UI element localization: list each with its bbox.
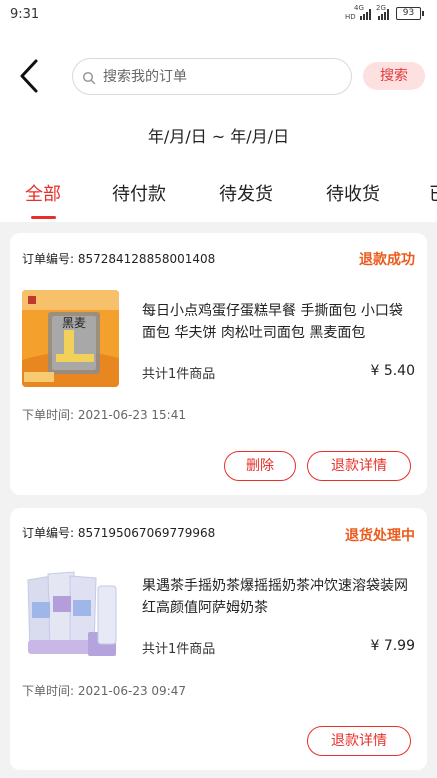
status-bar: 9:31 4G HD 2G 93 (0, 0, 437, 30)
product-image-label: 黑麦 (62, 316, 86, 330)
product-image[interactable]: 黑麦 (22, 290, 119, 387)
signal-icon (360, 9, 373, 20)
product-image[interactable] (22, 566, 119, 663)
tab-pending-receipt[interactable]: 待收货 (326, 180, 380, 206)
refund-detail-button[interactable]: 退款详情 (307, 451, 411, 481)
clock: 9:31 (10, 7, 40, 22)
battery-icon: 93 (396, 7, 424, 20)
order-number: 订单编号: 857195067069779968 (22, 526, 216, 540)
delete-button[interactable]: 删除 (224, 451, 296, 481)
tab-pending-shipment[interactable]: 待发货 (219, 180, 273, 206)
order-time: 下单时间: 2021-06-23 15:41 (22, 408, 186, 422)
search-input[interactable] (103, 67, 343, 87)
order-card[interactable]: 订单编号: 857195067069779968 退货处理中 果遇茶手摇奶茶爆摇… (10, 508, 427, 770)
tab-pending-payment[interactable]: 待付款 (112, 180, 166, 206)
product-name[interactable]: 果遇茶手摇奶茶爆摇摇奶茶冲饮速溶袋装网红高颜值阿萨姆奶茶 (142, 575, 412, 619)
order-card[interactable]: 订单编号: 857284128858001408 退款成功 黑麦 每日小点鸡蛋仔… (10, 233, 427, 495)
search-icon (82, 70, 96, 85)
order-price: ¥ 7.99 (370, 638, 415, 654)
refund-detail-button[interactable]: 退款详情 (307, 726, 411, 756)
network-hd-label: HD (345, 13, 356, 21)
order-status: 退款成功 (359, 252, 415, 268)
search-box[interactable] (72, 58, 352, 95)
tab-completed[interactable]: 已 (429, 180, 437, 206)
product-name[interactable]: 每日小点鸡蛋仔蛋糕早餐 手撕面包 小口袋面包 华夫饼 肉松吐司面包 黑麦面包 (142, 300, 412, 344)
back-arrow-icon[interactable] (16, 58, 46, 94)
order-number: 订单编号: 857284128858001408 (22, 252, 216, 266)
order-time: 下单时间: 2021-06-23 09:47 (22, 684, 186, 698)
item-count: 共计1件商品 (142, 367, 216, 382)
order-price: ¥ 5.40 (370, 363, 415, 379)
date-range-picker[interactable]: 年/月/日 ~ 年/月/日 (0, 123, 437, 147)
item-count: 共计1件商品 (142, 642, 216, 657)
active-tab-indicator (31, 216, 56, 219)
order-status: 退货处理中 (345, 528, 415, 544)
signal-icon-2 (378, 9, 391, 20)
search-button[interactable]: 搜索 (363, 62, 425, 90)
tab-all[interactable]: 全部 (25, 180, 61, 206)
